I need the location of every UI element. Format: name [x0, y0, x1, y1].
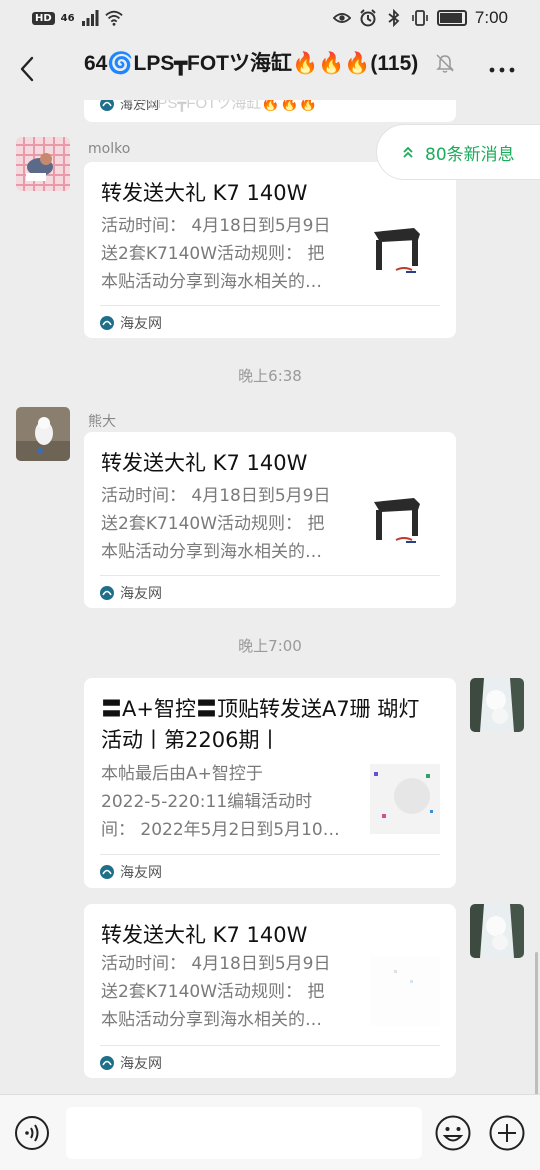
haiyou-logo-icon [100, 316, 114, 330]
chat-title: 64🌀LPS┳FOTツ海缸🔥🔥🔥(115) [84, 52, 419, 75]
status-bar: HD 46 7:00 [0, 0, 540, 38]
card-description: 活动时间： 4月18日到5月9日 送2套K7140W活动规则： 把 本贴活动分享… [101, 216, 331, 292]
card-source-label: 海友网 [120, 1056, 162, 1072]
avatar[interactable] [16, 137, 70, 191]
card-source: 海友网 [100, 862, 162, 882]
card-description: 活动时间： 4月18日到5月9日 送2套K7140W活动规则： 把 本贴活动分享… [101, 486, 331, 562]
vibrate-icon [412, 10, 428, 26]
mute-icon [436, 54, 454, 73]
hd-icon: HD [32, 11, 55, 25]
wifi-icon [104, 10, 123, 26]
link-card[interactable]: 转发送大礼 K7 140W 活动时间： 4月18日到5月9日 送2套K7140W… [84, 162, 456, 338]
card-source-label: 海友网 [120, 865, 162, 881]
card-source: 海友网 [100, 313, 162, 333]
avatar-image [16, 137, 70, 191]
card-description: 活动时间： 4月18日到5月9日 送2套K7140W活动规则： 把 本贴活动分享… [101, 954, 331, 1030]
card-divider [100, 305, 440, 306]
my-avatar[interactable] [470, 904, 524, 958]
signal-icon [81, 10, 99, 26]
avatar-image [470, 904, 524, 958]
card-thumbnail [366, 488, 440, 562]
card-title: 〓A+智控〓顶贴转发送A7珊 瑚灯活动丨第2206期丨 [101, 697, 420, 752]
card-thumbnail [366, 218, 440, 292]
bluetooth-icon [388, 9, 400, 27]
haiyou-logo-icon [100, 865, 114, 879]
card-title: 转发送大礼 K7 140W [101, 451, 308, 475]
message-timestamp: 晚上6:38 [238, 367, 302, 385]
avatar-image [16, 407, 70, 461]
haiyou-logo-icon [100, 586, 114, 600]
message-input[interactable] [66, 1107, 422, 1159]
sender-name: molko [88, 141, 131, 157]
card-title: 转发送大礼 K7 140W [101, 181, 308, 205]
card-source: 海友网 [100, 583, 162, 603]
link-card[interactable]: 转发送大礼 K7 140W 活动时间： 4月18日到5月9日 送2套K7140W… [84, 432, 456, 608]
card-title: 转发送大礼 K7 140W [101, 923, 308, 947]
card-thumbnail [370, 764, 440, 834]
my-avatar[interactable] [470, 678, 524, 732]
double-chevron-up-icon [403, 146, 413, 158]
card-divider [100, 854, 440, 855]
sender-name: 熊大 [88, 414, 116, 430]
ghost-title: ツLPS┳FOTツ海缸🔥🔥🔥 [134, 100, 318, 112]
emoji-icon[interactable] [434, 1114, 472, 1152]
card-divider [100, 575, 440, 576]
eye-icon [332, 13, 351, 23]
card-description: 本帖最后由A+智控于 2022-5-220:11编辑活动时 间： 2022年5月… [101, 764, 340, 840]
new-messages-button[interactable]: 80条新消息 [376, 124, 540, 180]
chat-message-list[interactable]: 海友网 ツLPS┳FOTツ海缸🔥🔥🔥 molko 转发送大礼 K7 140W 活… [0, 100, 540, 1094]
voice-icon[interactable] [14, 1115, 50, 1151]
new-messages-label: 80条新消息 [425, 144, 515, 165]
card-thumbnail [370, 956, 440, 1026]
status-left: HD 46 [32, 9, 123, 27]
avatar-image [470, 678, 524, 732]
message-timestamp: 晚上7:00 [238, 637, 302, 655]
input-bar [0, 1094, 540, 1170]
chat-header: 64🌀LPS┳FOTツ海缸🔥🔥🔥(115) [0, 38, 540, 100]
battery-icon [436, 10, 467, 26]
more-icon[interactable] [484, 52, 520, 88]
link-card[interactable]: 〓A+智控〓顶贴转发送A7珊 瑚灯活动丨第2206期丨 本帖最后由A+智控于 2… [84, 678, 456, 888]
alarm-icon [360, 9, 376, 27]
haiyou-logo-icon [100, 100, 114, 111]
card-source-label: 海友网 [120, 316, 162, 332]
status-time: 7:00 [474, 8, 508, 27]
card-source: 海友网 [100, 1053, 162, 1073]
scrollbar[interactable] [535, 952, 538, 1094]
card-source-label: 海友网 [120, 586, 162, 602]
avatar[interactable] [16, 407, 70, 461]
network-label: 46 [60, 12, 75, 24]
status-right: 7:00 [332, 8, 508, 28]
link-card[interactable]: 转发送大礼 K7 140W 活动时间： 4月18日到5月9日 送2套K7140W… [84, 904, 456, 1078]
plus-icon[interactable] [488, 1114, 526, 1152]
back-icon[interactable] [12, 52, 44, 86]
haiyou-logo-icon [100, 1056, 114, 1070]
card-divider [100, 1045, 440, 1046]
